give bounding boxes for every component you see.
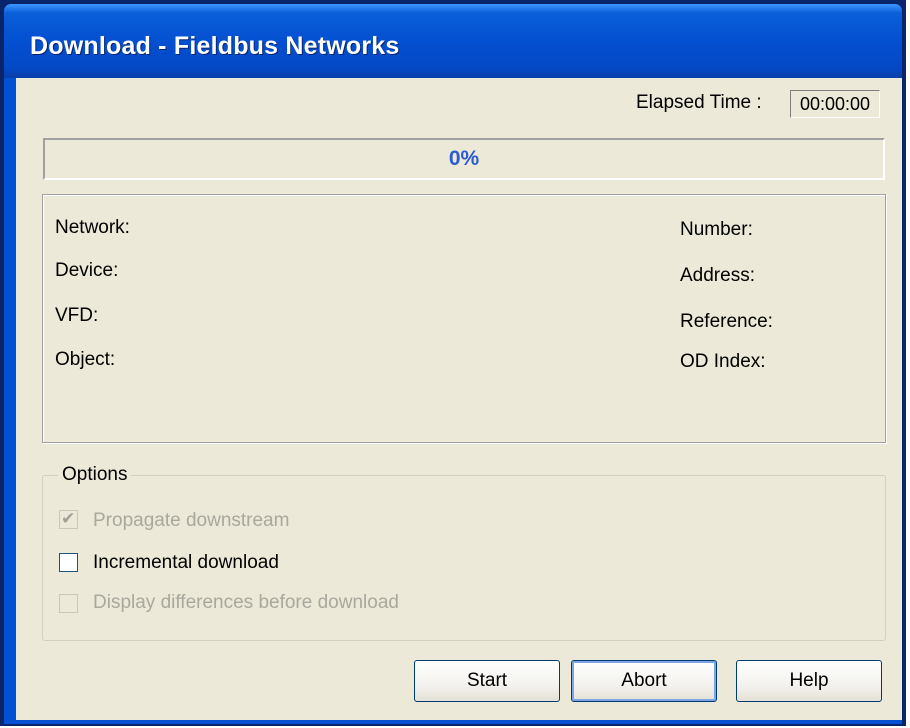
abort-button[interactable]: Abort: [571, 660, 717, 702]
progress-bar: 0%: [43, 138, 885, 180]
elapsed-time-value: 00:00:00: [790, 90, 880, 118]
object-label: Object:: [55, 349, 116, 370]
display-differences-checkbox[interactable]: [59, 594, 78, 613]
help-button[interactable]: Help: [736, 660, 882, 702]
propagate-downstream-checkbox[interactable]: ✔: [59, 509, 78, 529]
display-differences-label: Display differences before download: [93, 592, 399, 613]
reference-label: Reference:: [680, 311, 773, 332]
device-label: Device:: [55, 260, 119, 281]
address-label: Address:: [680, 265, 755, 286]
od-index-label: OD Index:: [680, 351, 766, 372]
number-label: Number:: [680, 219, 753, 240]
network-label: Network:: [55, 217, 130, 238]
elapsed-time-label: Elapsed Time :: [636, 92, 762, 113]
vfd-label: VFD:: [55, 305, 99, 326]
options-legend: Options: [58, 464, 132, 486]
propagate-downstream-label: Propagate downstream: [93, 510, 290, 531]
title-bar[interactable]: Download - Fieldbus Networks: [4, 4, 902, 78]
progress-percent: 0%: [448, 147, 480, 170]
window-title: Download - Fieldbus Networks: [30, 32, 400, 60]
start-button[interactable]: Start: [414, 660, 560, 702]
incremental-download-checkbox[interactable]: [59, 553, 78, 572]
incremental-download-label[interactable]: Incremental download: [93, 552, 279, 574]
checkmark-icon: ✔: [61, 509, 76, 528]
